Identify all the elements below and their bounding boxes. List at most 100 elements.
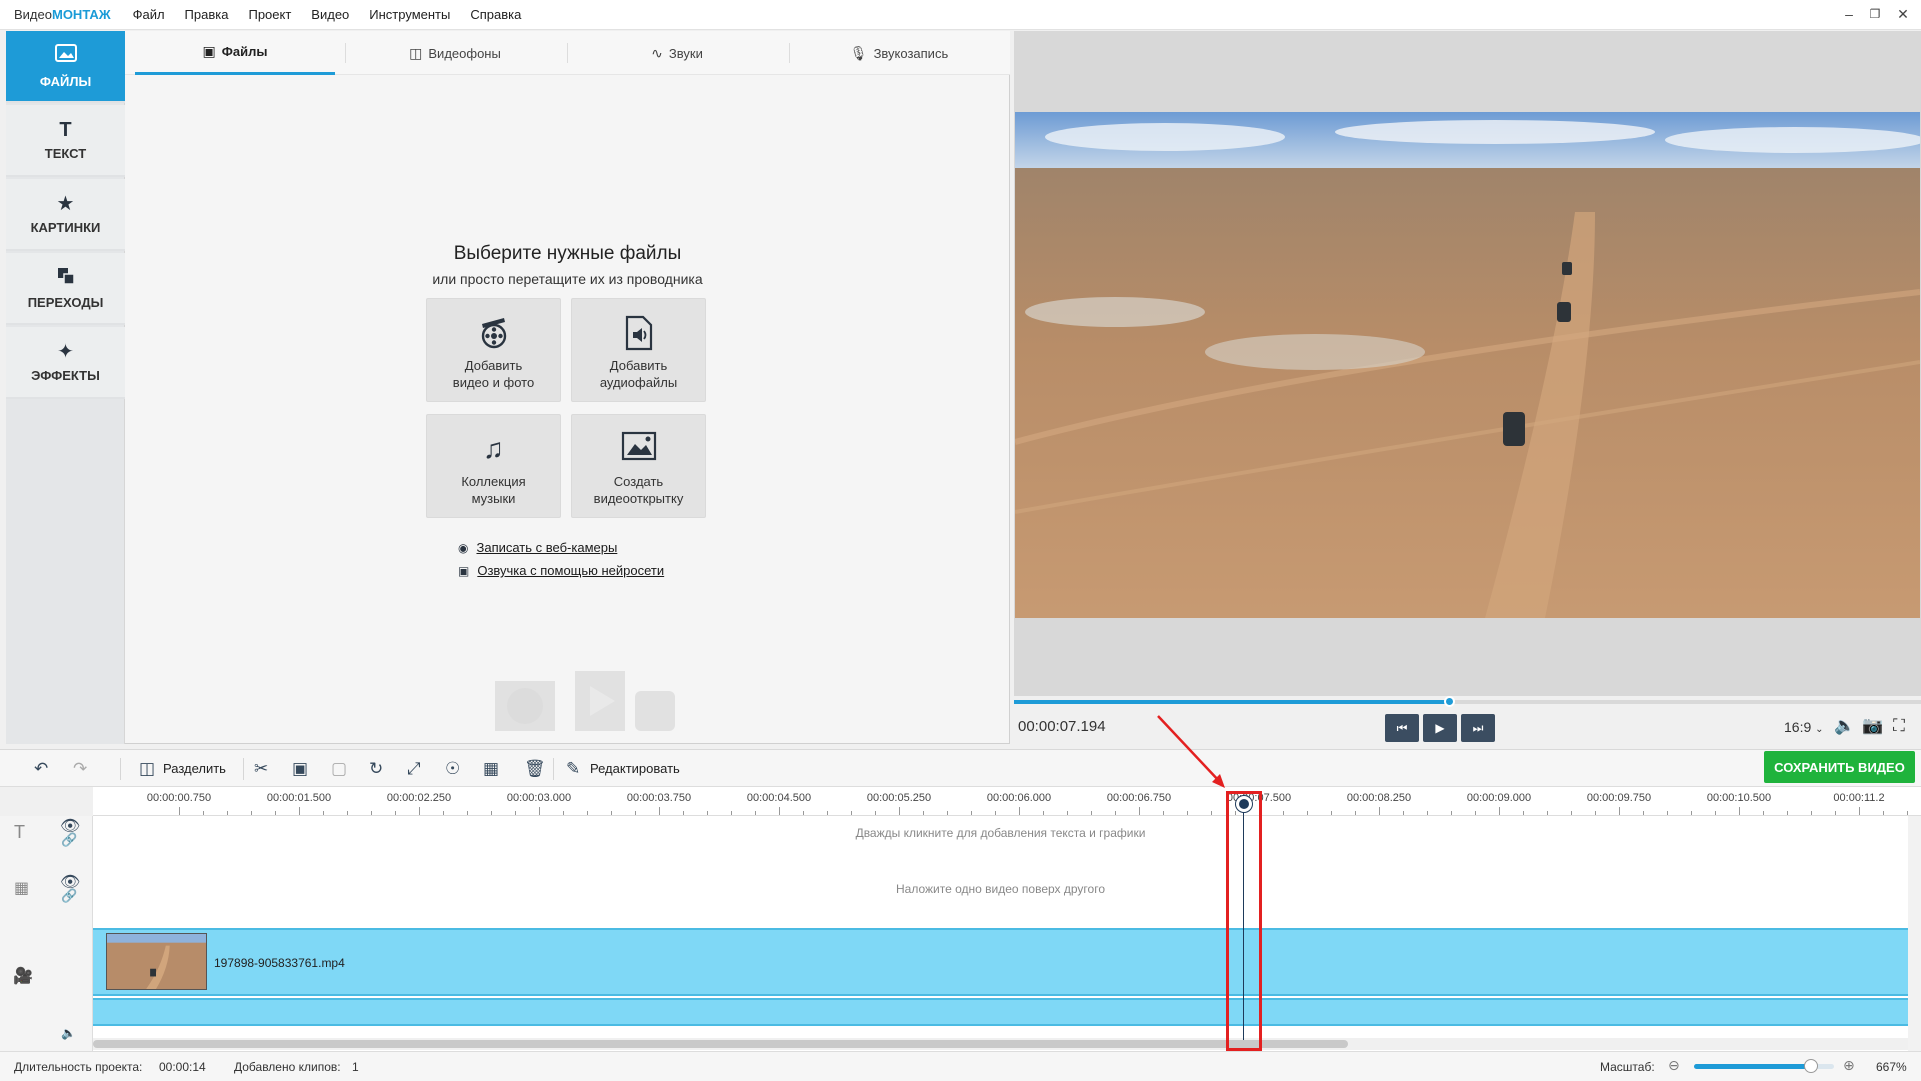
ruler-tick [347,811,348,815]
vertical-scrollbar[interactable] [1908,816,1921,1051]
ruler-tick [731,811,732,815]
add-audio-button[interactable]: Добавить аудиофайлы [571,298,706,402]
text-icon: T [59,118,72,141]
project-duration-label: Длительность проекта: [14,1060,143,1074]
zoom-out-icon[interactable]: ⊖ [1668,1057,1680,1074]
ruler-tick [1907,811,1908,815]
preview-progress-knob[interactable] [1444,696,1455,707]
resize-icon[interactable]: ⤢ [407,759,421,779]
add-video-photo-button[interactable]: Добавить видео и фото [426,298,561,402]
skip-forward-button[interactable]: ⏭ [1461,714,1495,742]
close-icon[interactable]: ✕ [1894,6,1912,23]
create-postcard-button[interactable]: Создать видеооткрытку [571,414,706,518]
effect-icon[interactable]: ☉ [445,759,460,779]
crop-icon[interactable]: ▣ [292,759,308,779]
ruler-tick [1331,811,1332,815]
ruler-tick [1811,811,1812,815]
volume-icon[interactable]: 🔈 [1834,716,1855,736]
ruler-tick-label: 00:00:10.500 [1706,792,1772,804]
timeline-ruler[interactable]: 00:00:00.750 00:00:01.500 00:00:02.250 00:0… [93,787,1921,816]
tab-video-backgrounds[interactable]: ◫ Видеофоны [355,31,555,75]
ruler-tick [251,811,252,815]
overlay-track-hint[interactable]: Наложите одно видео поверх другого [93,882,1908,896]
ai-voiceover-link[interactable]: ▣ Озвучка с помощью нейросети [458,563,664,578]
tab-separator [567,43,568,63]
webcam-record-link[interactable]: ◉ Записать с веб-камеры [458,540,617,555]
files-heading: Выберите нужные файлы [453,243,682,264]
link-icon[interactable]: 🔗 [61,832,77,848]
magic-wand-icon: ✦ [57,340,74,363]
clips-count-value: 1 [352,1060,359,1074]
sidebar-item-files[interactable]: ФАЙЛЫ [6,31,125,103]
link-icon[interactable]: 🔗 [61,888,77,904]
minimize-icon[interactable]: – [1840,6,1858,22]
menu-help[interactable]: Справка [470,7,521,22]
trash-icon[interactable]: 🗑 [524,759,546,779]
ruler-tick [635,811,636,815]
ruler-tick [995,811,996,815]
skip-forward-icon: ⏭ [1472,720,1484,735]
video-track-clip[interactable] [93,928,1908,996]
skip-back-button[interactable]: ⏮ [1385,714,1419,742]
video-camera-icon: 🎥 [13,968,33,985]
menu-project[interactable]: Проект [248,7,291,22]
split-button[interactable]: Разделить [163,761,226,776]
menu-file[interactable]: Файл [133,7,165,22]
ruler-tick [1595,811,1596,815]
title-bar: ВидеоМОНТАЖ Файл Правка Проект Видео Инс… [0,0,1921,30]
files-icon [54,43,77,68]
sidebar-item-pictures[interactable]: ★ КАРТИНКИ [6,179,125,251]
sidebar-item-transitions[interactable]: ПЕРЕХОДЫ [6,253,125,325]
ruler-tick [539,807,540,815]
ruler-tick [755,811,756,815]
zoom-in-icon[interactable]: ⊕ [1843,1057,1855,1074]
aspect-ratio-select[interactable]: 16:9 ⌄ [1784,719,1824,735]
ruler-tick-label: 00:00:04.500 [746,792,812,804]
status-bar: Длительность проекта: 00:00:14 Добавлено… [0,1051,1921,1081]
edit-button[interactable]: Редактировать [590,761,680,776]
chevron-down-icon: ⌄ [1815,724,1824,735]
menu-video[interactable]: Видео [311,7,349,22]
camera-icon[interactable]: 📷 [1862,716,1883,736]
ruler-tick [611,811,612,815]
ruler-tick [779,807,780,815]
text-track-hint[interactable]: Дважды кликните для добавления текста и … [93,826,1908,840]
ruler-tick [1211,811,1212,815]
fullscreen-icon[interactable]: ⛶ [1893,716,1905,736]
clip-name: 197898-905833761.mp4 [214,956,345,970]
restore-icon[interactable]: ❐ [1866,7,1884,21]
menu-tools[interactable]: Инструменты [369,7,450,22]
ruler-tick [1043,811,1044,815]
undo-icon[interactable]: ↶ [34,759,48,779]
tab-files[interactable]: ▣ Файлы [135,31,335,75]
ruler-tick [1715,811,1716,815]
sidebar-item-text[interactable]: T ТЕКСТ [6,105,125,177]
redo-icon[interactable]: ↷ [73,759,87,779]
zoom-value: 667% [1876,1060,1907,1074]
rotate-icon[interactable]: ↻ [369,759,383,779]
play-button[interactable]: ▶ [1423,714,1457,742]
zoom-slider-knob[interactable] [1804,1059,1818,1073]
horizontal-scrollbar-thumb[interactable] [93,1040,1348,1048]
ruler-tick [899,807,900,815]
ruler-tick [1115,811,1116,815]
audio-track-clip[interactable] [93,998,1908,1026]
ruler-tick [515,811,516,815]
menu-edit[interactable]: Правка [185,7,229,22]
tab-sound-recording[interactable]: 🎙 Звукозапись [799,31,999,75]
audio-track-icon[interactable]: 🔈 [61,1026,76,1040]
scissors-icon[interactable]: ✂ [254,759,268,779]
save-video-button[interactable]: СОХРАНИТЬ ВИДЕО [1764,751,1915,783]
highlight-box [1226,791,1262,1051]
music-collection-button[interactable]: ♫ Коллекция музыки [426,414,561,518]
sidebar-item-effects[interactable]: ✦ ЭФФЕКТЫ [6,327,125,399]
annotation-arrow [1157,715,1225,788]
video-preview-frame[interactable] [1015,112,1920,618]
filmstrip-icon[interactable]: ▦ [483,759,499,779]
frame-icon[interactable]: ▢ [331,759,347,779]
ruler-tick [1427,811,1428,815]
audio-file-icon [624,315,654,355]
tab-sounds[interactable]: ∿ Звуки [577,31,777,75]
files-subheading: или просто перетащите их из проводника [432,271,703,287]
ruler-tick [1307,811,1308,815]
